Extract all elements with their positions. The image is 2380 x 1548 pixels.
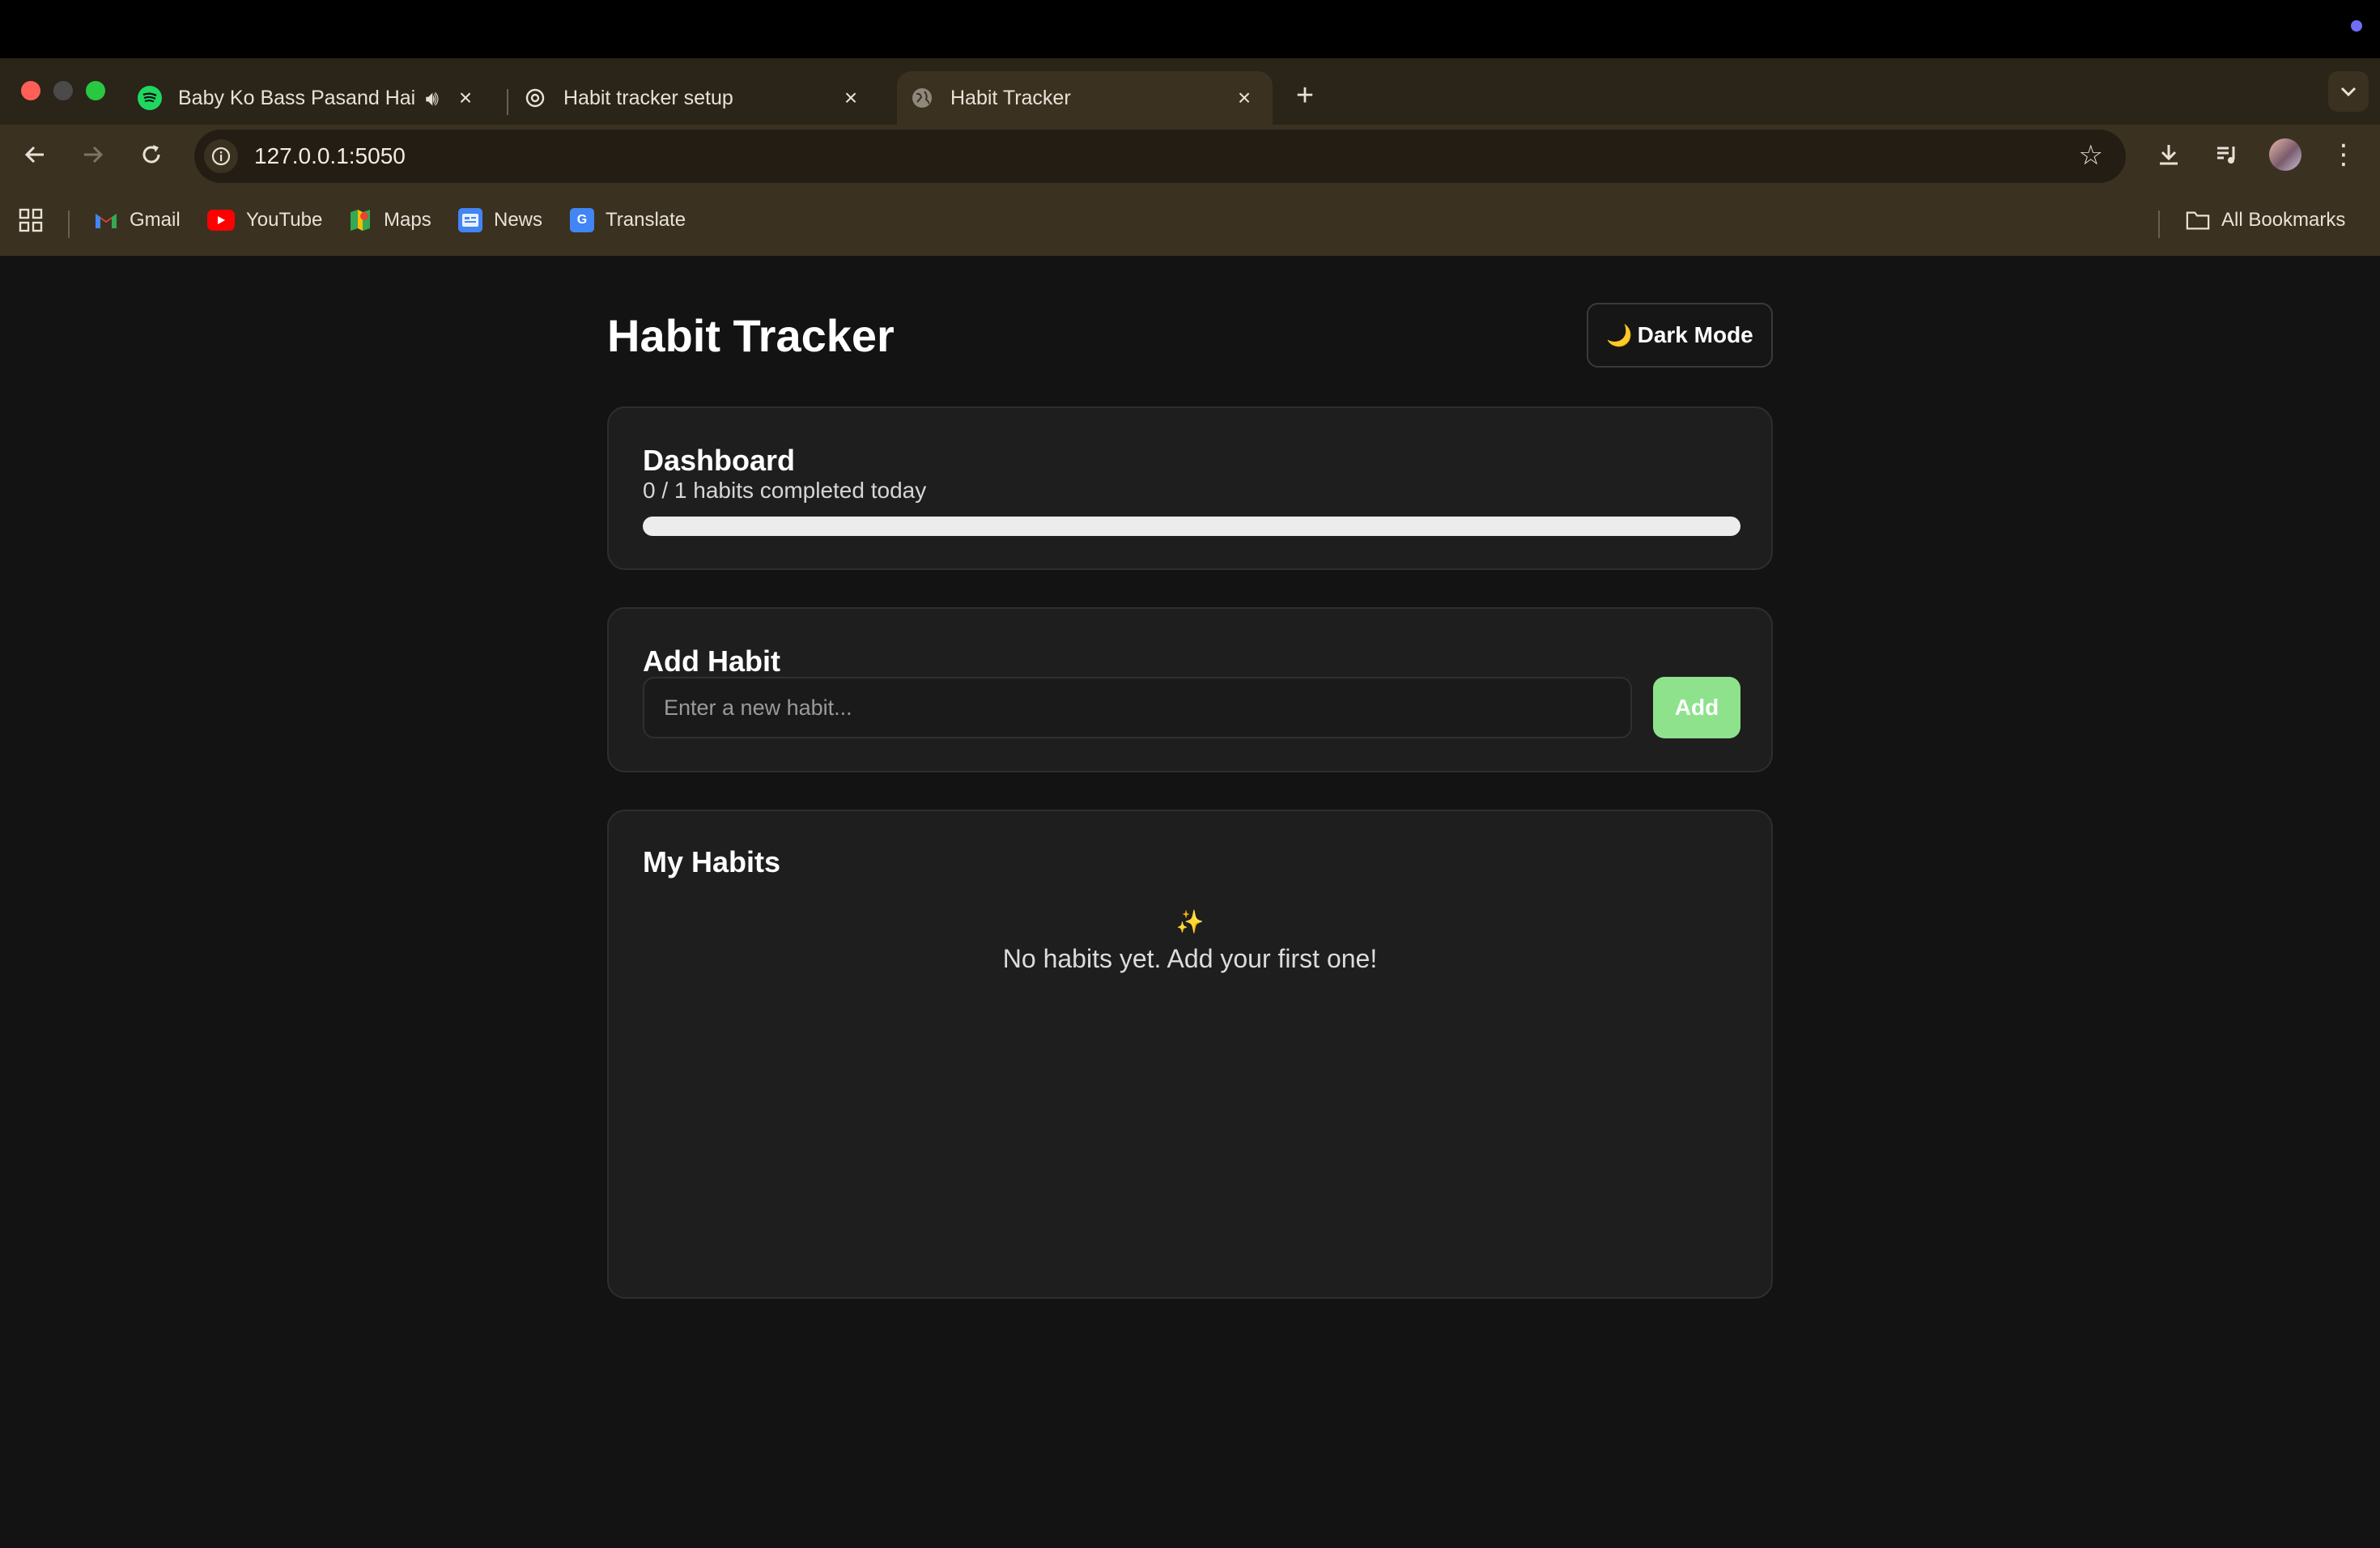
dashboard-title: Dashboard (643, 444, 796, 477)
browser-chrome: Baby Ko Bass Pasand Hai 🔊︎ × Habit track… (0, 58, 2380, 256)
bookmark-news[interactable]: News (458, 206, 542, 235)
kebab-menu-icon[interactable]: ⋮ (2325, 136, 2362, 173)
forward-arrow-icon[interactable] (74, 136, 112, 173)
gmail-icon (94, 208, 118, 232)
bookmark-translate[interactable]: G Translate (570, 206, 686, 235)
minimize-window-button[interactable] (53, 81, 73, 100)
tab-strip: Baby Ko Bass Pasand Hai 🔊︎ × Habit track… (0, 58, 2380, 125)
speaker-icon[interactable]: 🔊︎ (426, 86, 439, 112)
maps-icon (348, 208, 372, 232)
new-habit-input[interactable] (643, 677, 1632, 738)
globe-icon (910, 86, 934, 110)
translate-icon: G (570, 208, 594, 232)
bookmark-label: News (494, 209, 543, 231)
news-icon (458, 208, 482, 232)
all-bookmarks-label: All Bookmarks (2221, 209, 2346, 231)
tab-spotify[interactable]: Baby Ko Bass Pasand Hai 🔊︎ × (138, 71, 494, 125)
dashboard-card: Dashboard 0 / 1 habits completed today (607, 406, 1773, 570)
reload-icon[interactable] (133, 136, 170, 173)
close-tab-icon[interactable]: × (839, 86, 863, 110)
profile-avatar-icon[interactable] (2267, 136, 2304, 173)
bookmark-label: YouTube (246, 209, 323, 231)
bookmark-youtube[interactable]: YouTube (207, 206, 322, 235)
completion-summary: 0 / 1 habits completed today (643, 478, 927, 503)
bookmark-gmail[interactable]: Gmail (94, 206, 181, 235)
all-bookmarks-button[interactable]: All Bookmarks (2186, 206, 2345, 235)
empty-state-text: No habits yet. Add your first one! (1002, 944, 1378, 973)
download-icon[interactable] (2150, 136, 2187, 173)
add-habit-button[interactable]: Add (1653, 677, 1740, 738)
bookmark-label: Maps (384, 209, 431, 231)
maximize-window-button[interactable] (86, 81, 105, 100)
moon-icon: 🌙 (1606, 322, 1633, 347)
browser-toolbar: 127.0.0.1:5050 ☆ ⋮ (0, 125, 2380, 186)
folder-icon (2186, 208, 2210, 232)
tab-title: Baby Ko Bass Pasand Hai (178, 86, 416, 109)
dark-mode-button[interactable]: 🌙 Dark Mode (1587, 303, 1773, 368)
close-tab-icon[interactable]: × (453, 86, 478, 110)
bookmarks-divider (2158, 211, 2160, 238)
new-tab-button[interactable]: + (1289, 79, 1321, 112)
openai-icon (523, 86, 547, 110)
progress-bar (643, 517, 1740, 536)
bookmark-maps[interactable]: Maps (348, 206, 431, 235)
back-arrow-icon[interactable] (16, 136, 53, 173)
bookmark-label: Gmail (130, 209, 181, 231)
bookmarks-divider (68, 211, 70, 238)
close-window-button[interactable] (21, 81, 40, 100)
add-habit-card: Add Habit Add (607, 607, 1773, 772)
tab-title: Habit Tracker (950, 86, 1071, 109)
os-menubar (0, 0, 2380, 58)
add-habit-title: Add Habit (643, 644, 780, 678)
tab-habit-tracker[interactable]: Habit Tracker × (897, 71, 1273, 125)
tab-title: Habit tracker setup (563, 86, 733, 109)
my-habits-card: My Habits ✨ No habits yet. Add your firs… (607, 810, 1773, 1299)
bookmarks-bar: Gmail YouTube Maps News G Translate All … (0, 186, 2380, 256)
sparkles-icon: ✨ (1175, 909, 1205, 934)
habit-tracker-page: Habit Tracker 🌙 Dark Mode Dashboard 0 / … (0, 256, 2380, 1548)
media-control-icon[interactable] (2208, 136, 2246, 173)
bookmark-label: Translate (606, 209, 686, 231)
spotify-icon (138, 86, 162, 110)
apps-grid-icon[interactable] (18, 206, 44, 235)
youtube-icon (207, 210, 235, 231)
close-tab-icon[interactable]: × (1232, 86, 1256, 110)
status-dot-icon (2351, 20, 2362, 32)
my-habits-title: My Habits (643, 845, 781, 878)
page-title: Habit Tracker (607, 310, 895, 361)
dark-mode-label: Dark Mode (1637, 322, 1753, 347)
tab-habit-setup[interactable]: Habit tracker setup × (523, 71, 879, 125)
tab-divider (507, 89, 508, 115)
tab-search-button[interactable] (2328, 71, 2369, 112)
bookmark-star-icon[interactable]: ☆ (2079, 141, 2103, 170)
site-info-icon[interactable] (204, 139, 238, 173)
url-text[interactable]: 127.0.0.1:5050 (254, 143, 406, 169)
address-bar[interactable]: 127.0.0.1:5050 ☆ (194, 130, 2126, 183)
